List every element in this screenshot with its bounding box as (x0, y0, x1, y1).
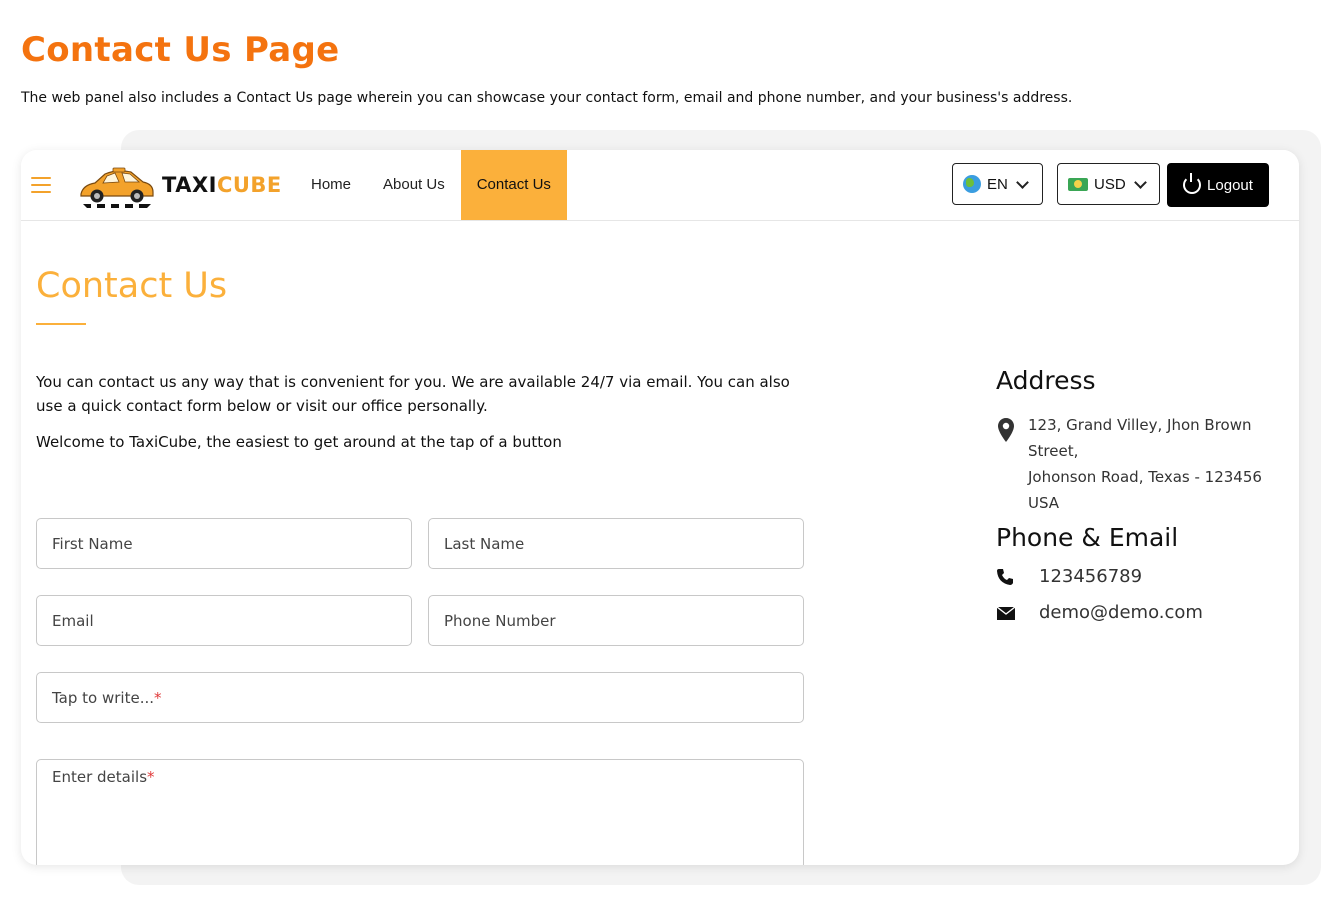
page-title: Contact Us Page (21, 30, 340, 70)
first-name-field[interactable]: First Name (36, 518, 412, 569)
chevron-down-icon (1133, 175, 1147, 189)
logout-button[interactable]: Logout (1167, 163, 1269, 207)
nav-menu: Home About Us Contact Us (295, 150, 567, 220)
taxicube-logo[interactable]: TAXICUBE (77, 160, 281, 210)
address-text: 123, Grand Villey, Jhon Brown Street, Jo… (1028, 416, 1262, 512)
address-heading: Address (996, 366, 1096, 395)
currency-label: USD (1094, 175, 1126, 193)
nav-item-about-us[interactable]: About Us (367, 150, 461, 220)
brand-name: TAXICUBE (162, 173, 282, 197)
phone-icon (997, 568, 1013, 585)
power-icon (1183, 173, 1202, 194)
taxi-car-icon (80, 167, 154, 208)
email-row[interactable]: demo@demo.com (996, 602, 1203, 623)
contact-heading: Contact Us (36, 266, 228, 306)
heading-underline (36, 323, 86, 325)
nav-item-home[interactable]: Home (295, 150, 367, 220)
currency-selector[interactable]: USD (1057, 163, 1160, 205)
phone-number: 123456789 (1039, 566, 1143, 587)
language-selector[interactable]: EN (952, 163, 1043, 205)
globe-icon (963, 175, 981, 193)
nav-item-contact-us[interactable]: Contact Us (460, 150, 567, 220)
details-textarea[interactable]: Enter details * (36, 759, 804, 865)
navbar: TAXICUBE Home About Us Contact Us EN USD… (21, 150, 1299, 221)
phone-email-heading: Phone & Email (996, 523, 1179, 552)
email-address: demo@demo.com (1039, 602, 1203, 623)
phone-number-field[interactable]: Phone Number (428, 595, 804, 646)
chevron-down-icon (1015, 175, 1029, 189)
hamburger-menu-icon[interactable] (31, 177, 51, 193)
phone-row[interactable]: 123456789 (996, 566, 1142, 587)
logout-label: Logout (1207, 176, 1253, 194)
language-label: EN (987, 175, 1008, 193)
email-field[interactable]: Email (36, 595, 412, 646)
subject-field[interactable]: Tap to write... * (36, 672, 804, 723)
envelope-icon (996, 605, 1016, 620)
last-name-field[interactable]: Last Name (428, 518, 804, 569)
map-pin-icon (998, 418, 1014, 442)
page-description: The web panel also includes a Contact Us… (21, 90, 1073, 106)
welcome-text: Welcome to TaxiCube, the easiest to get … (36, 433, 562, 451)
money-icon (1068, 177, 1088, 191)
contact-intro-text: You can contact us any way that is conve… (36, 373, 790, 415)
app-window: TAXICUBE Home About Us Contact Us EN USD… (21, 150, 1299, 865)
